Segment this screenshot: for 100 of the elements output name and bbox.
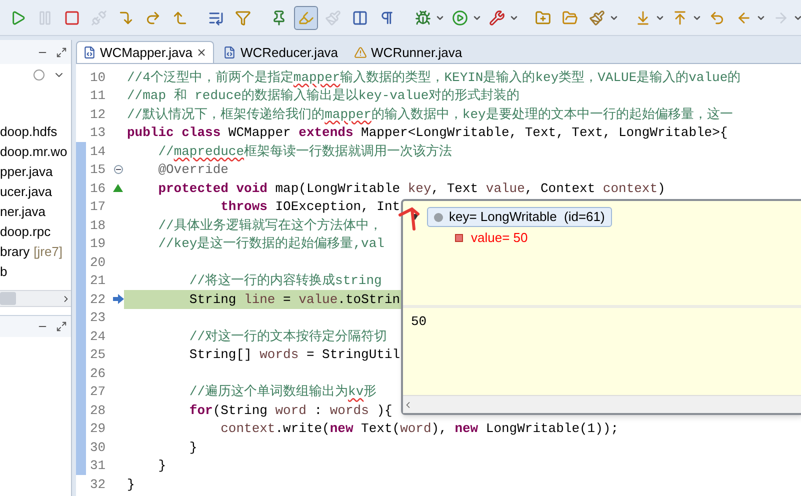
line-number: 19 <box>90 235 107 253</box>
code-line: String[] words = StringUtil <box>188 346 400 364</box>
item-label: doop.rpc <box>0 223 51 242</box>
tree-item[interactable]: ner.java <box>0 202 71 222</box>
line-number: 21 <box>90 272 107 290</box>
step-arrow-icon <box>118 10 134 26</box>
item-label: doop.hdfs <box>0 123 58 142</box>
code-line: //将这一行的内容转换成string <box>188 272 382 290</box>
plug-icon <box>91 10 107 26</box>
filter-icon <box>235 10 251 26</box>
play-icon <box>452 10 468 26</box>
java-file-icon <box>83 46 96 59</box>
code-line: //key是这一行数据的起始偏移量,val <box>157 235 384 253</box>
line-number: 18 <box>90 216 107 234</box>
pause-icon <box>37 10 53 26</box>
code-line: protected void map(LongWritable key, Text value, Context context) <box>157 180 666 198</box>
line-number: 29 <box>90 420 107 438</box>
code-line: //map 和 reduce的数据输入输出是以key-value对的形式封装的 <box>127 87 520 105</box>
variable-row[interactable]: value= 50 <box>453 229 530 247</box>
line-number: 24 <box>90 328 107 346</box>
variable-row[interactable]: key= LongWritable (id=61) <box>427 207 612 227</box>
arrow-down-icon <box>635 10 651 26</box>
tree-item[interactable]: pper.java <box>0 162 71 182</box>
tab-label: WCReducer.java <box>240 44 338 62</box>
line-number: 26 <box>90 364 107 382</box>
stop-icon <box>64 10 80 26</box>
variable-icon <box>434 212 443 222</box>
line-number: 31 <box>90 457 107 475</box>
list-icon <box>208 10 224 26</box>
java-file-icon <box>223 46 236 59</box>
code-line: //具体业务逻辑就写在这个方法体中， <box>157 216 382 234</box>
code-line: //对这一行的文本按待定分隔符切 <box>188 328 388 346</box>
tab-label: WCMapper.java <box>100 44 192 62</box>
detail-value: 50 <box>411 314 427 329</box>
code-line: String line = value.toStrin <box>188 290 400 308</box>
close-icon[interactable] <box>196 47 208 58</box>
line-number: 30 <box>90 438 107 456</box>
step-arrow-icon <box>172 10 188 26</box>
pin-icon <box>271 10 287 26</box>
folder-icon <box>562 10 578 26</box>
pilcrow-icon <box>379 10 395 26</box>
horizontal-scrollbar[interactable] <box>0 290 71 307</box>
tab-label: WCRunner.java <box>371 44 462 62</box>
play-icon <box>10 10 26 26</box>
code-line: public class WCMapper extends Mapper<LongWritable, Text, Text, LongWritable>{ <box>127 124 728 142</box>
code-line: //mapreduce框架每读一行数据就调用一次该方法 <box>157 142 452 160</box>
editor-tab[interactable]: WCReducer.java <box>216 41 346 63</box>
line-number: 12 <box>90 106 107 124</box>
code-line: throws IOException, Int <box>220 198 400 216</box>
brush-icon <box>589 10 605 26</box>
columns-icon <box>352 10 368 26</box>
code-line: for(String word : words ){ <box>188 402 392 420</box>
code-line: //遍历这个单词数组输出为kv形 <box>188 383 377 401</box>
line-number: 22 <box>90 290 107 308</box>
line-number: 32 <box>90 476 107 494</box>
arrow-up-icon <box>672 10 688 26</box>
toolbar-button[interactable] <box>294 6 318 30</box>
highlighter-icon <box>298 10 314 26</box>
code-line: } <box>188 438 198 456</box>
maximize-icon[interactable] <box>56 46 67 58</box>
item-label: ner.java <box>0 203 46 222</box>
line-number: 17 <box>90 198 107 216</box>
wrench-icon <box>489 10 505 26</box>
tree-item[interactable]: brary [jre7] <box>0 242 71 262</box>
item-suffix: [jre7] <box>34 243 63 262</box>
folder-icon <box>535 10 551 26</box>
tree-item[interactable]: ucer.java <box>0 182 71 202</box>
warning-file-icon <box>354 46 368 59</box>
item-label: b <box>0 263 8 282</box>
editor-tab[interactable]: WCMapper.java <box>76 41 214 63</box>
line-number: 23 <box>90 309 107 327</box>
item-label: pper.java <box>0 163 53 182</box>
code-line: //4个泛型中，前两个是指定mapper输入数据的类型，KEYIN是输入的key类型，VALUE是输入的value的 <box>127 68 741 86</box>
field-icon <box>455 234 463 242</box>
tree-item[interactable]: b <box>0 262 71 282</box>
undo-arrow-icon <box>709 10 725 26</box>
line-number: 25 <box>90 346 107 364</box>
maximize-icon[interactable] <box>56 321 67 332</box>
bug-icon <box>415 10 431 26</box>
line-number: 13 <box>90 124 107 142</box>
code-line: @Override <box>157 161 228 179</box>
editor-tab[interactable]: WCRunner.java <box>347 41 470 63</box>
item-label: brary <box>0 243 30 262</box>
line-number: 14 <box>90 142 107 160</box>
code-line: } <box>157 457 166 475</box>
circles-icon[interactable] <box>33 69 45 81</box>
code-line: //默认情况下，框架传递给我们的mapper的输入数据中，key是要处理的文本中一行的起始偏移量，这一 <box>127 106 733 124</box>
line-number: 27 <box>90 383 107 401</box>
horizontal-scrollbar[interactable] <box>403 395 801 413</box>
item-label: ucer.java <box>0 183 52 202</box>
tree-item[interactable]: doop.rpc <box>0 222 71 242</box>
annotation-arrow-drawing <box>398 205 420 233</box>
fold-toggle-icon[interactable] <box>114 165 122 174</box>
line-number: 20 <box>90 254 107 272</box>
brush-icon <box>325 10 341 26</box>
expand-toggle-icon[interactable] <box>411 213 419 221</box>
curved-arrow-icon <box>145 10 161 26</box>
tree-item[interactable]: doop.hdfs <box>0 122 71 142</box>
code-line: context.write(new Text(word), new LongWritable(1)); <box>220 420 619 438</box>
line-number: 16 <box>90 180 107 198</box>
